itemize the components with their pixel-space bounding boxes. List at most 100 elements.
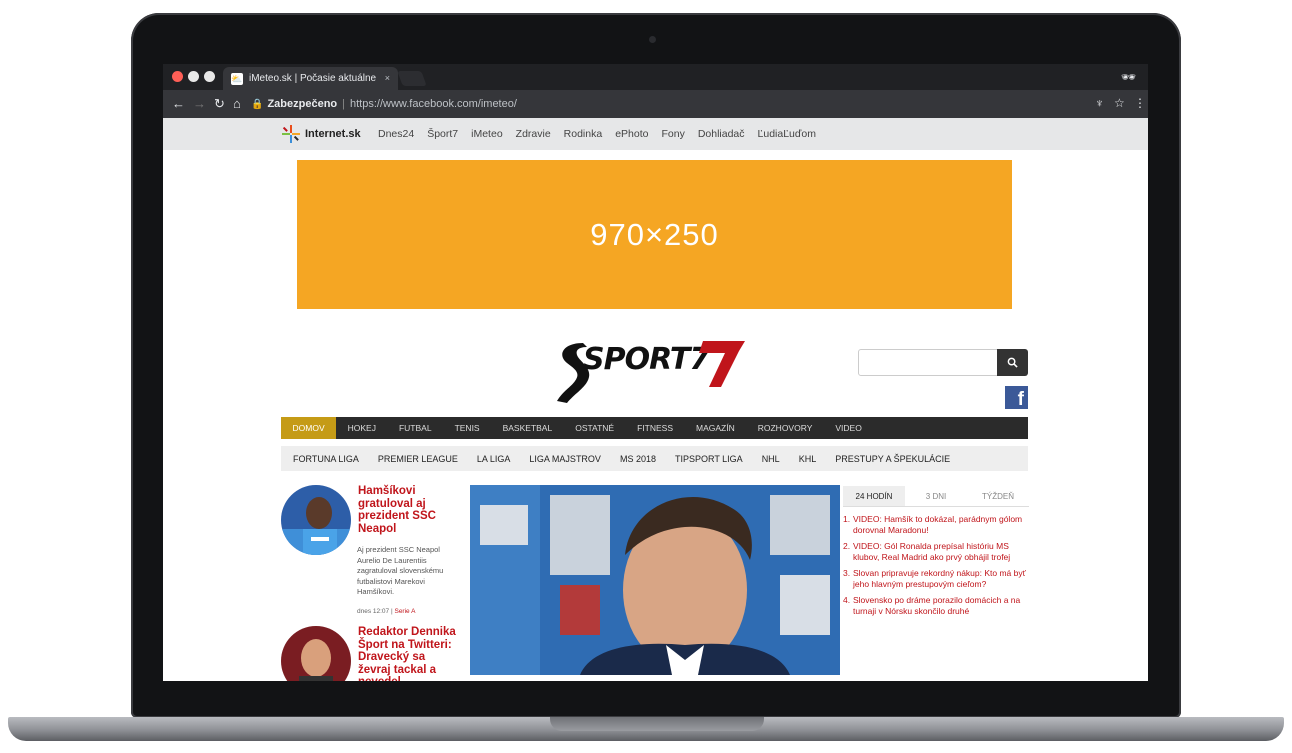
maximize-window-button[interactable] <box>204 71 215 82</box>
portal-link-ludialudom[interactable]: ĽudiaĽuďom <box>758 128 816 140</box>
article-tag[interactable]: Serie A <box>394 608 415 615</box>
top-articles-panel: 24 HODÍN 3 DNI TÝŽDEŇ 1. VIDEO: Hamšík to… <box>843 486 1029 681</box>
tab-close-icon[interactable]: × <box>385 67 390 90</box>
portal-link-ephoto[interactable]: ePhoto <box>615 128 648 140</box>
ad-banner[interactable]: 970×250 <box>297 160 1012 309</box>
subnav-item-la-liga[interactable]: LA LIGA <box>477 454 511 464</box>
hero-image[interactable] <box>470 485 840 675</box>
article-thumbnail <box>281 485 351 555</box>
nav-item-basketbal[interactable]: BASKETBAL <box>491 417 564 439</box>
main-nav: DOMOV HOKEJ FUTBAL TENIS BASKETBAL OSTAT… <box>281 417 1028 439</box>
article-thumbnail <box>281 626 351 681</box>
portal-links: Dnes24 Šport7 iMeteo Zdravie Rodinka ePh… <box>378 118 816 150</box>
address-bar[interactable]: 🔒 Zabezpečeno | https://www.facebook.com/im… <box>251 94 1091 114</box>
top-list-item[interactable]: 2. VIDEO: Gól Ronalda prepísal históriu M… <box>843 541 1029 562</box>
subnav-item-premier-league[interactable]: PREMIER LEAGUE <box>378 454 458 464</box>
subnav-item-prestupy[interactable]: PRESTUPY A ŠPEKULÁCIE <box>835 454 950 464</box>
back-icon[interactable]: ← <box>172 96 185 112</box>
browser-tab[interactable]: ⛅ iMeteo.sk | Počasie aktuálne × <box>223 67 398 90</box>
incognito-icon: 🕶 <box>1120 70 1136 84</box>
nav-item-futbal[interactable]: FUTBAL <box>387 417 443 439</box>
portal-bar: Internet.sk Dnes24 Šport7 iMeteo Zdravie… <box>163 118 1148 150</box>
item-text: Slovensko po dráme porazilo domácich a n… <box>853 595 1021 616</box>
nav-item-tenis[interactable]: TENIS <box>443 417 491 439</box>
tab-3-dni[interactable]: 3 DNI <box>905 486 967 506</box>
sub-nav: FORTUNA LIGA PREMIER LEAGUE LA LIGA LIGA… <box>281 446 1028 471</box>
article-title[interactable]: Hamšíkovi gratuloval aj prezident SSC Ne… <box>358 485 458 535</box>
home-icon[interactable]: ⌂ <box>233 96 241 112</box>
close-window-button[interactable] <box>172 71 183 82</box>
tab-tyzden[interactable]: TÝŽDEŇ <box>967 486 1029 506</box>
camera <box>649 36 656 43</box>
web-page: Internet.sk Dnes24 Šport7 iMeteo Zdravie… <box>163 118 1148 681</box>
item-text: VIDEO: Gól Ronalda prepísal históriu MS … <box>853 541 1011 562</box>
nav-item-fitness[interactable]: FITNESS <box>626 417 685 439</box>
extension-icon[interactable]: ♆ <box>1095 96 1104 110</box>
separator: | <box>342 98 345 110</box>
portal-link-rodinka[interactable]: Rodinka <box>564 128 603 140</box>
subnav-item-nhl[interactable]: NHL <box>762 454 780 464</box>
portal-logo-icon <box>282 125 300 143</box>
item-text: VIDEO: Hamšík to dokázal, parádnym gólom… <box>853 514 1023 535</box>
subnav-item-khl[interactable]: KHL <box>799 454 817 464</box>
article-title[interactable]: Redaktor Dennika Šport na Twitteri: Drav… <box>358 626 458 681</box>
portal-logo-text: Internet.sk <box>305 128 361 140</box>
forward-icon[interactable]: → <box>193 96 206 112</box>
article-time: dnes 12:07 <box>357 608 390 615</box>
article-card[interactable]: Hamšíkovi gratuloval aj prezident SSC Ne… <box>281 485 451 625</box>
security-label: Zabezpečeno <box>267 98 338 110</box>
article-card[interactable]: Redaktor Dennika Šport na Twitteri: Drav… <box>281 626 456 681</box>
top-list-item[interactable]: 4. Slovensko po dráme porazilo domácich a… <box>843 595 1029 616</box>
laptop-notch <box>550 717 764 731</box>
subnav-item-ms-2018[interactable]: MS 2018 <box>620 454 656 464</box>
portal-link-fony[interactable]: Fony <box>661 128 684 140</box>
nav-item-domov[interactable]: DOMOV <box>281 417 337 439</box>
browser-toolbar: ← → ↻ ⌂ 🔒 Zabezpečeno | https://www.faceboo… <box>163 90 1148 118</box>
nav-item-rozhovory[interactable]: ROZHOVORY <box>746 417 824 439</box>
minimize-window-button[interactable] <box>188 71 199 82</box>
search-icon <box>1007 357 1018 368</box>
top-list-item[interactable]: 1. VIDEO: Hamšík to dokázal, parádnym gól… <box>843 514 1029 535</box>
subnav-item-tipsport-liga[interactable]: TIPSPORT LIGA <box>675 454 743 464</box>
top-list: 1. VIDEO: Hamšík to dokázal, parádnym gól… <box>843 514 1029 616</box>
nav-item-hokej[interactable]: HOKEJ <box>336 417 387 439</box>
facebook-label: f <box>1017 389 1024 409</box>
portal-link-sport7[interactable]: Šport7 <box>427 128 458 140</box>
url-text: https://www.facebook.com/imeteo/ <box>350 98 517 110</box>
portal-link-imeteo[interactable]: iMeteo <box>471 128 503 140</box>
top-list-item[interactable]: 3. Slovan pripravuje rekordný nákup: Kto … <box>843 568 1029 589</box>
item-text: Slovan pripravuje rekordný nákup: Kto má… <box>853 568 1026 589</box>
nav-item-magazin[interactable]: MAGAZÍN <box>685 417 747 439</box>
tab-24-hodin[interactable]: 24 HODÍN <box>843 486 905 506</box>
menu-dots-icon[interactable]: ⋮ <box>1134 96 1146 110</box>
portal-link-dohliadac[interactable]: Dohliadač <box>698 128 745 140</box>
new-tab-button[interactable] <box>397 71 427 86</box>
bookmark-star-icon[interactable]: ☆ <box>1114 96 1125 110</box>
reload-icon[interactable]: ↻ <box>214 96 225 112</box>
search-form <box>858 349 1028 376</box>
sport7-logo[interactable]: SPORT7 <box>553 325 753 405</box>
item-number: 2. <box>843 541 851 551</box>
tab-title: iMeteo.sk | Počasie aktuálne <box>249 73 377 84</box>
logo-text: SPORT7 <box>583 342 710 377</box>
search-input[interactable] <box>858 349 998 376</box>
item-number: 1. <box>843 514 851 524</box>
portal-logo[interactable]: Internet.sk <box>281 124 361 144</box>
ad-size-label: 970×250 <box>590 216 719 252</box>
portal-link-zdravie[interactable]: Zdravie <box>516 128 551 140</box>
item-number: 3. <box>843 568 851 578</box>
article-meta: dnes 12:07 | Serie A <box>357 608 416 615</box>
subnav-item-fortuna-liga[interactable]: FORTUNA LIGA <box>293 454 359 464</box>
article-description: Aj prezident SSC Neapol Aurelio De Laure… <box>357 545 444 596</box>
search-button[interactable] <box>997 349 1028 376</box>
screen: ⛅ iMeteo.sk | Počasie aktuálne × 🕶 ← → ↻… <box>163 64 1148 681</box>
item-number: 4. <box>843 595 851 605</box>
facebook-icon[interactable]: f <box>1005 386 1028 409</box>
favicon-icon: ⛅ <box>231 73 243 85</box>
subnav-item-liga-majstrov[interactable]: LIGA MAJSTROV <box>529 454 601 464</box>
nav-item-ostatne[interactable]: OSTATNÉ <box>564 417 626 439</box>
portal-link-dnes24[interactable]: Dnes24 <box>378 128 414 140</box>
lock-icon: 🔒 <box>251 99 264 110</box>
nav-item-video[interactable]: VIDEO <box>824 417 873 439</box>
top-tabs: 24 HODÍN 3 DNI TÝŽDEŇ <box>843 486 1029 507</box>
